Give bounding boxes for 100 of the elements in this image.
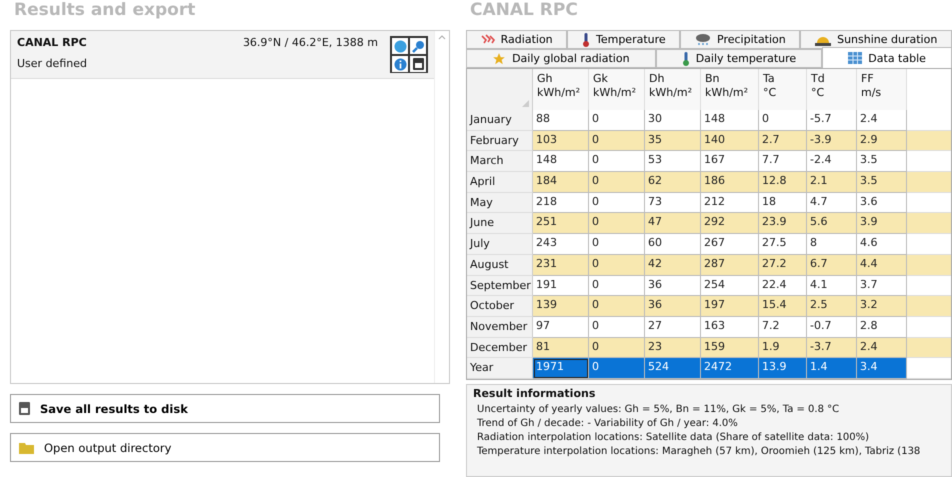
info-line: Temperature interpolation locations: Maragheh (57 km), Oroomieh (125 km), Tabriz (138 bbox=[476, 444, 920, 459]
table-cell: 2.4 bbox=[857, 110, 907, 131]
table-cell: 3.6 bbox=[857, 192, 907, 214]
table-cell: 62 bbox=[645, 172, 701, 193]
open-directory-button[interactable]: Open output directory bbox=[10, 433, 440, 462]
row-header: April bbox=[467, 172, 533, 193]
column-header[interactable]: Gk kWh/m² bbox=[589, 69, 645, 110]
folder-icon bbox=[19, 442, 34, 454]
table-cell: 0 bbox=[589, 192, 645, 214]
table-cell: 35 bbox=[645, 130, 701, 152]
row-header: March bbox=[467, 151, 533, 172]
table-cell: 18 bbox=[759, 192, 807, 214]
table-cell: 7.7 bbox=[759, 151, 807, 172]
table-cell: 42 bbox=[645, 254, 701, 276]
info-line: Trend of Gh / decade: - Variability of Gh / year: 4.0% bbox=[476, 416, 738, 431]
table-cell: 13.9 bbox=[759, 358, 807, 379]
table-cell: 0 bbox=[589, 234, 645, 255]
table-cell: -3.7 bbox=[807, 338, 857, 358]
table-cell: 3.5 bbox=[857, 151, 907, 172]
table-cell: 97 bbox=[533, 316, 589, 338]
row-header: October bbox=[467, 296, 533, 317]
row-header: May bbox=[467, 192, 533, 214]
table-cell: 30 bbox=[645, 110, 701, 131]
row-header: January bbox=[467, 110, 533, 131]
table-cell: 524 bbox=[645, 358, 701, 379]
table-cell: 60 bbox=[645, 234, 701, 255]
result-info-title: Result informations bbox=[473, 386, 596, 400]
table-cell: 2.9 bbox=[857, 130, 907, 152]
column-header[interactable]: Dh kWh/m² bbox=[645, 69, 701, 110]
tab[interactable]: Temperature bbox=[567, 30, 680, 49]
table-cell: 88 bbox=[533, 110, 589, 131]
table-cell: 8 bbox=[807, 234, 857, 255]
location-name: CANAL RPC bbox=[17, 36, 87, 49]
table-cell: 3.7 bbox=[857, 276, 907, 296]
tab[interactable]: Daily temperature bbox=[656, 49, 822, 68]
table-cell: 23 bbox=[645, 338, 701, 358]
table-cell: 36 bbox=[645, 276, 701, 296]
table-cell: 4.7 bbox=[807, 192, 857, 214]
tab[interactable]: Daily global radiation bbox=[466, 49, 656, 68]
table-cell: -2.4 bbox=[807, 151, 857, 172]
table-cell: 6.7 bbox=[807, 254, 857, 276]
table-cell: 27.5 bbox=[759, 234, 807, 255]
table-cell: 1.4 bbox=[807, 358, 857, 379]
location-coordinates: 36.9°N / 46.2°E, 1388 m bbox=[242, 36, 378, 49]
table-cell: 2.1 bbox=[807, 172, 857, 193]
info-line: Radiation interpolation locations: Satellite data (Share of satellite data: 100%) bbox=[476, 430, 870, 445]
tab[interactable]: Data table bbox=[822, 47, 952, 68]
table-cell: 287 bbox=[701, 254, 759, 276]
table-cell: -3.9 bbox=[807, 130, 857, 152]
info-line: Uncertainty of yearly values: Gh = 5%, Bn = 11%, Gk = 5%, Ta = 0.8 °C bbox=[476, 402, 840, 417]
column-header[interactable]: Bn kWh/m² bbox=[701, 69, 759, 110]
table-cell: 36 bbox=[645, 296, 701, 317]
table-cell: 47 bbox=[645, 213, 701, 234]
row-header: Year bbox=[467, 358, 533, 379]
thermometer-icon bbox=[582, 32, 590, 46]
table-cell: 231 bbox=[533, 254, 589, 276]
location-item[interactable]: CANAL RPC 36.9°N / 46.2°E, 1388 m User defined bbox=[11, 31, 434, 79]
table-cell: 148 bbox=[701, 110, 759, 131]
table-cell: 148 bbox=[533, 151, 589, 172]
table-cell: 4.4 bbox=[857, 254, 907, 276]
table-cell: 254 bbox=[701, 276, 759, 296]
location-source: User defined bbox=[17, 57, 88, 70]
tab[interactable]: Radiation bbox=[466, 30, 568, 49]
globe-icon[interactable] bbox=[391, 37, 409, 55]
table-cell: 163 bbox=[701, 316, 759, 338]
table-cell: 186 bbox=[701, 172, 759, 193]
table-cell: 2472 bbox=[701, 358, 759, 379]
star-icon bbox=[492, 52, 506, 66]
table-cell: -0.7 bbox=[807, 316, 857, 338]
rain-cloud-icon bbox=[695, 33, 711, 46]
table-cell: 0 bbox=[589, 172, 645, 193]
table-cell: 0 bbox=[589, 296, 645, 317]
table-cell: 23.9 bbox=[759, 213, 807, 234]
table-cell: 243 bbox=[533, 234, 589, 255]
table-cell: 5.6 bbox=[807, 213, 857, 234]
column-header[interactable]: Ta °C bbox=[759, 69, 807, 110]
table-cell: 197 bbox=[701, 296, 759, 317]
table-cell: 27.2 bbox=[759, 254, 807, 276]
row-header: December bbox=[467, 338, 533, 358]
save-button[interactable]: Save all results to disk bbox=[10, 394, 440, 423]
row-header: June bbox=[467, 213, 533, 234]
tab[interactable]: Sunshine duration bbox=[800, 30, 952, 49]
table-cell: 139 bbox=[533, 296, 589, 317]
table-cell: 3.9 bbox=[857, 213, 907, 234]
info-icon[interactable] bbox=[391, 55, 409, 73]
table-cell: 212 bbox=[701, 192, 759, 214]
table-cell: 53 bbox=[645, 151, 701, 172]
table-cell: 27 bbox=[645, 316, 701, 338]
column-header[interactable]: Td °C bbox=[807, 69, 857, 110]
table-cell: 4.6 bbox=[857, 234, 907, 255]
column-header[interactable]: FF m/s bbox=[857, 69, 907, 110]
table-cell: 159 bbox=[701, 338, 759, 358]
row-header: July bbox=[467, 234, 533, 255]
table-cell: 103 bbox=[533, 130, 589, 152]
table-cell: -5.7 bbox=[807, 110, 857, 131]
tab[interactable]: Precipitation bbox=[680, 30, 800, 49]
table-cell: 3.4 bbox=[857, 358, 907, 379]
table-cell: 0 bbox=[759, 110, 807, 131]
search-icon[interactable] bbox=[409, 37, 427, 55]
column-header[interactable]: Gh kWh/m² bbox=[533, 69, 589, 110]
